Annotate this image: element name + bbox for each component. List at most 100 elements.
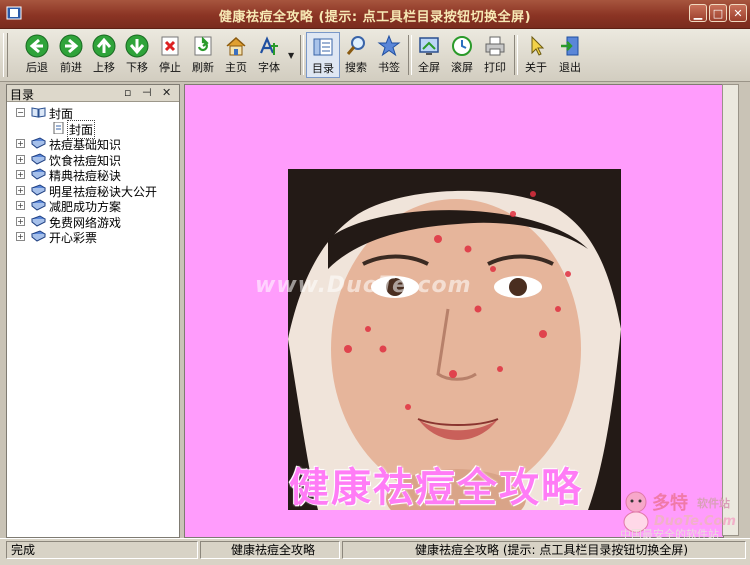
- toolbar-bookmark-button[interactable]: 书签: [372, 32, 406, 78]
- expand-icon[interactable]: +: [16, 139, 25, 148]
- toolbar-back-label: 后退: [26, 61, 48, 74]
- open-book-icon: [31, 107, 46, 118]
- close-button[interactable]: ✕: [729, 4, 747, 22]
- tree-node[interactable]: + 饮食祛痘知识: [7, 152, 179, 168]
- tree-node[interactable]: + 开心彩票: [7, 229, 179, 245]
- duote-logo-name: 多特: [652, 492, 688, 514]
- font-icon: [259, 36, 278, 55]
- minimize-button[interactable]: ▁: [689, 4, 707, 22]
- tree-node[interactable]: + 祛痘基础知识: [7, 136, 179, 152]
- toolbar-print-button[interactable]: 打印: [478, 32, 512, 78]
- panel-pin-icon[interactable]: ⊣: [142, 86, 152, 99]
- content-vertical-scrollbar[interactable]: [722, 84, 739, 536]
- toolbar-up-button[interactable]: 上移: [87, 32, 121, 78]
- duote-logo-url: DuoTe.Com: [654, 514, 736, 529]
- maximize-button[interactable]: □: [709, 4, 727, 22]
- toolbar-fullscreen-button[interactable]: 全屏: [412, 32, 446, 78]
- expand-icon[interactable]: +: [16, 201, 25, 210]
- expand-icon[interactable]: +: [16, 216, 25, 226]
- contents-icon: [313, 38, 333, 56]
- toolbar-about-button[interactable]: 关于: [519, 32, 553, 78]
- autoscroll-icon: [452, 36, 472, 56]
- title-bar: 健康祛痘全攻略 (提示: 点工具栏目录按钮切换全屏) ▁ □ ✕: [0, 0, 750, 29]
- contents-panel-header: 目录 ▫ ⊣ ✕: [7, 85, 179, 102]
- book-icon: [31, 137, 46, 149]
- contents-tree: − 封面 封面 + 祛痘基础知识 + 饮食祛痘知识 + 精典祛痘秘诀 + 明星祛…: [7, 102, 179, 245]
- stop-icon: [161, 36, 179, 56]
- panel-close-icon[interactable]: ✕: [162, 86, 171, 99]
- toolbar-forward-label: 前进: [60, 61, 82, 74]
- app-window: 健康祛痘全攻略 (提示: 点工具栏目录按钮切换全屏) ▁ □ ✕ 后退 前进 上…: [0, 0, 750, 565]
- toolbar-down-label: 下移: [126, 61, 148, 74]
- expand-icon[interactable]: +: [16, 154, 25, 164]
- bookmark-icon: [377, 34, 401, 57]
- forward-arrow-icon: [59, 34, 83, 58]
- toolbar-autoscroll-button[interactable]: 滚屏: [445, 32, 479, 78]
- toolbar-home-label: 主页: [225, 61, 247, 74]
- duote-logo: 多特 软件站 DuoTe.Com 中国最安全的软件站: [620, 491, 736, 540]
- font-dropdown-arrow-icon[interactable]: ▼: [288, 51, 294, 60]
- toolbar-autoscroll-label: 滚屏: [451, 61, 473, 74]
- toolbar-home-button[interactable]: 主页: [219, 32, 253, 78]
- tree-node[interactable]: + 免费网络游戏: [7, 214, 179, 230]
- toolbar-contents-button[interactable]: 目录: [306, 32, 340, 78]
- up-arrow-icon: [92, 34, 116, 58]
- minimize-icon: ▁: [693, 7, 703, 20]
- page-icon: [53, 121, 64, 134]
- tree-node[interactable]: + 精典祛痘秘诀: [7, 167, 179, 183]
- tree-node-label: 饮食祛痘知识: [49, 153, 122, 168]
- toolbar-fullscreen-label: 全屏: [418, 61, 440, 74]
- toolbar-exit-button[interactable]: 退出: [553, 32, 587, 78]
- toolbar-print-label: 打印: [484, 61, 506, 74]
- refresh-icon: [194, 36, 212, 56]
- search-icon: [346, 36, 365, 55]
- down-arrow-icon: [125, 34, 149, 58]
- status-bar: 完成 健康祛痘全攻略 健康祛痘全攻略 (提示: 点工具栏目录按钮切换全屏): [0, 538, 750, 565]
- tree-node[interactable]: + 明星祛痘秘诀大公开: [7, 183, 179, 199]
- contents-panel-title: 目录: [10, 88, 35, 102]
- maximize-icon: □: [712, 7, 724, 20]
- tree-node[interactable]: + 减肥成功方案: [7, 198, 179, 214]
- expand-icon[interactable]: +: [16, 170, 25, 179]
- tree-node-label: 祛痘基础知识: [49, 138, 122, 152]
- toolbar-about-label: 关于: [525, 61, 547, 74]
- tree-node-cover[interactable]: − 封面: [7, 105, 179, 121]
- close-icon: ✕: [733, 7, 743, 20]
- duote-logo-tag: 软件站: [697, 496, 730, 510]
- contents-panel: 目录 ▫ ⊣ ✕ − 封面 封面 + 祛痘基础知识 + 饮食祛痘知识 + 精典祛…: [6, 84, 180, 538]
- expand-icon[interactable]: +: [16, 232, 25, 241]
- content-pane: www.DuoTe.com 健康祛痘全攻略: [184, 84, 724, 538]
- cover-title: 健康祛痘全攻略: [289, 465, 583, 511]
- toolbar-exit-label: 退出: [559, 61, 581, 74]
- toolbar-bookmark-label: 书签: [378, 61, 400, 74]
- toolbar-up-label: 上移: [93, 61, 115, 74]
- tree-node-cover-page[interactable]: 封面: [7, 119, 179, 139]
- toolbar-forward-button[interactable]: 前进: [54, 32, 88, 78]
- tree-node-label: 明星祛痘秘诀大公开: [49, 184, 158, 199]
- toolbar-down-button[interactable]: 下移: [120, 32, 154, 78]
- home-icon: [226, 36, 246, 56]
- collapse-icon[interactable]: −: [16, 108, 25, 117]
- window-title: 健康祛痘全攻略 (提示: 点工具栏目录按钮切换全屏): [218, 10, 532, 25]
- toolbar-search-button[interactable]: 搜索: [339, 32, 373, 78]
- book-icon: [31, 168, 46, 180]
- book-icon: [31, 214, 46, 227]
- toolbar-refresh-label: 刷新: [192, 61, 214, 74]
- toolbar-search-label: 搜索: [345, 61, 367, 74]
- toolbar-separator: [514, 35, 518, 75]
- toolbar-refresh-button[interactable]: 刷新: [186, 32, 220, 78]
- toolbar-grip[interactable]: [3, 33, 8, 77]
- status-panel-book: 健康祛痘全攻略: [200, 541, 340, 559]
- toolbar-font-button[interactable]: 字体: [252, 32, 286, 78]
- toolbar-stop-button[interactable]: 停止: [153, 32, 187, 78]
- book-icon: [31, 152, 46, 165]
- toolbar-contents-label: 目录: [312, 62, 334, 75]
- site-watermark: www.DuoTe.com: [255, 273, 472, 298]
- toolbar-font-label: 字体: [258, 61, 280, 74]
- panel-restore-icon[interactable]: ▫: [124, 86, 131, 99]
- toolbar-separator: [300, 35, 304, 75]
- toolbar-back-button[interactable]: 后退: [20, 32, 54, 78]
- book-icon: [31, 183, 46, 196]
- expand-icon[interactable]: +: [16, 185, 25, 195]
- tree-node-label: 开心彩票: [49, 231, 98, 245]
